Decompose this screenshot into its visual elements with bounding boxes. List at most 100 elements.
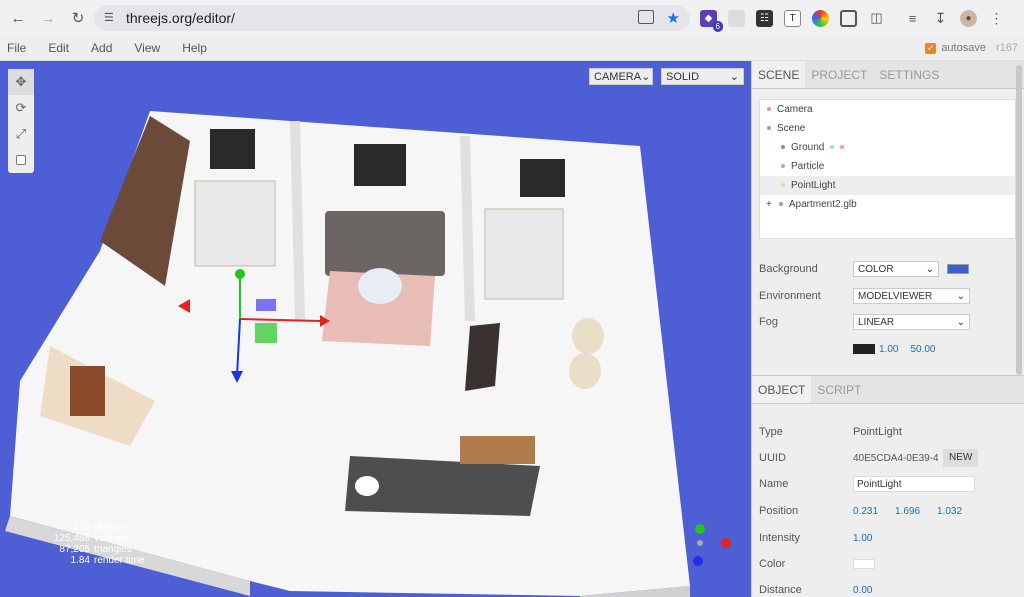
- axis-helper-y[interactable]: [695, 524, 705, 534]
- outliner-item-pointlight[interactable]: PointLight: [760, 176, 1015, 195]
- screenshot-icon[interactable]: [840, 9, 857, 27]
- info-row: 1.84 render time: [20, 555, 145, 566]
- tab-scene[interactable]: SCENE: [752, 61, 806, 88]
- outliner-item-apartment[interactable]: + Apartment2.glb: [760, 195, 1015, 214]
- info-value: 87,205: [59, 544, 90, 555]
- type-label: Type: [759, 426, 783, 438]
- shading-select[interactable]: SOLID ⌄: [661, 68, 744, 85]
- shading-select-value: SOLID: [666, 70, 700, 83]
- back-icon[interactable]: ←: [7, 7, 29, 29]
- outliner-item-scene[interactable]: Scene: [760, 119, 1015, 138]
- scene-render[interactable]: [0, 61, 751, 597]
- axis-helper-x[interactable]: [721, 538, 731, 548]
- vanity: [460, 436, 535, 464]
- window: [354, 144, 406, 186]
- sidebar-tabs: SCENE PROJECT SETTINGS: [752, 61, 1024, 89]
- position-x-input[interactable]: 0.231: [853, 506, 895, 517]
- menu-add[interactable]: Add: [84, 41, 119, 55]
- rotate-icon[interactable]: ⟳: [8, 95, 34, 121]
- object-panel: OBJECT SCRIPT Type PointLight UUID 40E5C…: [752, 375, 1024, 597]
- puzzle-icon[interactable]: ◫: [868, 10, 885, 27]
- forward-icon[interactable]: →: [37, 7, 59, 29]
- reload-icon[interactable]: ↻: [67, 7, 89, 29]
- name-input[interactable]: PointLight: [853, 476, 975, 492]
- bed: [194, 180, 276, 267]
- axis-helper-origin[interactable]: [697, 540, 703, 546]
- background-select[interactable]: COLOR ⌄: [853, 261, 939, 277]
- extension-icon[interactable]: ◆ 6: [700, 9, 723, 32]
- sidebar-scrollbar[interactable]: [1016, 65, 1022, 375]
- color-row: Color: [759, 554, 875, 574]
- extension-icon[interactable]: T: [784, 9, 801, 27]
- extension-icon[interactable]: ☷: [756, 9, 773, 27]
- profile-avatar[interactable]: ●: [960, 9, 977, 27]
- environment-select[interactable]: MODELVIEWER ⌄: [853, 288, 970, 304]
- uuid-value: 40E5CDA4-0E39-4: [853, 452, 939, 464]
- info-row: 125,488 vertices: [20, 533, 145, 544]
- tab-settings[interactable]: SETTINGS: [873, 61, 945, 88]
- info-value: 1.84: [70, 555, 90, 566]
- sidebar: SCENE PROJECT SETTINGS Camera Scene Grou…: [751, 61, 1024, 597]
- tab-search-icon[interactable]: ≡: [904, 10, 921, 27]
- address-bar[interactable]: ☰ threejs.org/editor/ ★: [94, 5, 690, 31]
- menu-view[interactable]: View: [127, 41, 167, 55]
- distance-input[interactable]: 0.00: [853, 585, 872, 596]
- extension-icon[interactable]: [812, 9, 829, 27]
- object-dot-icon: [781, 183, 785, 188]
- scale-icon[interactable]: ⤢: [8, 121, 34, 147]
- outliner-item-ground[interactable]: Ground: [760, 138, 1015, 157]
- tab-object[interactable]: OBJECT: [752, 376, 812, 403]
- coffee-table: [358, 268, 402, 304]
- menu-help[interactable]: Help: [175, 41, 214, 55]
- gizmo-plane[interactable]: [255, 323, 277, 343]
- revision-label: r167: [995, 42, 1018, 54]
- object-dot-icon: [781, 145, 785, 150]
- outliner-item-particle[interactable]: Particle: [760, 157, 1015, 176]
- fog-label: Fog: [759, 316, 778, 328]
- gizmo-plane[interactable]: [256, 299, 276, 311]
- download-icon[interactable]: ↧: [932, 10, 949, 27]
- new-uuid-button[interactable]: NEW: [943, 449, 979, 467]
- outliner-item-camera[interactable]: Camera: [760, 100, 1015, 119]
- install-app-icon[interactable]: [638, 10, 654, 24]
- browser-toolbar: ← → ↻ ☰ threejs.org/editor/ ★ ◆ 6 ☷ T ◫ ≡…: [0, 0, 1024, 36]
- background-color-swatch[interactable]: [947, 264, 969, 274]
- expand-icon[interactable]: +: [766, 199, 772, 210]
- camera-select-value: CAMERA: [594, 70, 642, 83]
- local-space-checkbox[interactable]: [8, 147, 34, 173]
- fog-near-input[interactable]: 1.00: [879, 344, 898, 355]
- info-row: 87,205 triangles: [20, 544, 145, 555]
- scene-outliner[interactable]: Camera Scene Ground Particle PointLight …: [759, 99, 1016, 239]
- extension-icon[interactable]: [728, 9, 745, 27]
- fog-far-input[interactable]: 50.00: [910, 344, 935, 355]
- menu-edit[interactable]: Edit: [41, 41, 76, 55]
- type-row: Type PointLight: [759, 422, 902, 442]
- info-row: 180 objects: [20, 522, 145, 533]
- gizmo-y-handle[interactable]: [235, 269, 245, 279]
- browser-menu-icon[interactable]: ⋮: [988, 10, 1005, 27]
- autosave-checkbox[interactable]: ✓: [925, 42, 937, 54]
- viewport[interactable]: ✥ ⟳ ⤢ CAMERA ⌄ SOLID ⌄ 180 objects 125,48…: [0, 61, 751, 597]
- light-color-swatch[interactable]: [853, 559, 875, 569]
- chevron-down-icon: ⌄: [956, 316, 965, 328]
- menu-file[interactable]: File: [0, 41, 33, 55]
- chevron-down-icon: ⌄: [641, 71, 651, 83]
- position-z-input[interactable]: 1.032: [937, 506, 962, 517]
- menubar: File Edit Add View Help ✓ autosave r167: [0, 36, 1024, 61]
- camera-select[interactable]: CAMERA ⌄: [589, 68, 653, 85]
- tab-project[interactable]: PROJECT: [805, 61, 873, 88]
- position-y-input[interactable]: 1.696: [895, 506, 937, 517]
- fog-select[interactable]: LINEAR ⌄: [853, 314, 970, 330]
- site-info-icon[interactable]: ☰: [104, 11, 118, 25]
- translate-icon[interactable]: ✥: [8, 69, 34, 95]
- window: [520, 159, 565, 197]
- object-dot-icon: [781, 164, 785, 169]
- background-label: Background: [759, 263, 818, 275]
- tab-script[interactable]: SCRIPT: [811, 376, 867, 403]
- fog-color-swatch[interactable]: [853, 344, 875, 354]
- fog-select-value: LINEAR: [858, 316, 895, 328]
- axis-helper-z[interactable]: [693, 556, 703, 566]
- object-dot-icon: [767, 126, 771, 131]
- intensity-input[interactable]: 1.00: [853, 533, 872, 544]
- bookmark-star-icon[interactable]: ★: [667, 9, 680, 27]
